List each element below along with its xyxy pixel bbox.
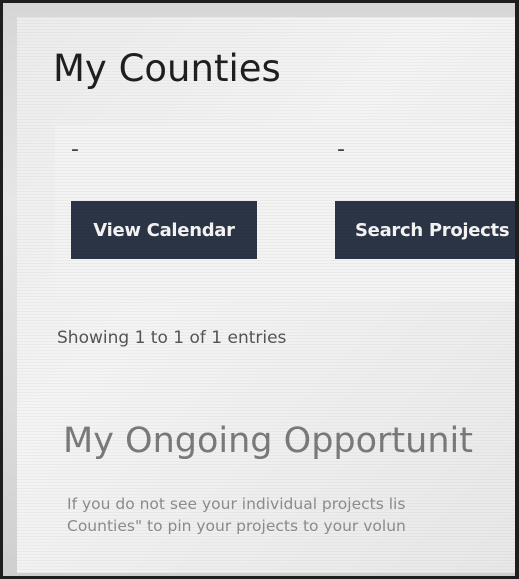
description-line-1: If you do not see your individual projec… bbox=[67, 495, 406, 513]
ongoing-opportunities-description: If you do not see your individual projec… bbox=[67, 493, 406, 537]
search-projects-button[interactable]: Search Projects bbox=[335, 201, 515, 259]
description-line-2: Counties" to pin your projects to your v… bbox=[67, 517, 406, 535]
ongoing-opportunities-title: My Ongoing Opportunit bbox=[63, 421, 473, 461]
screen-content: My Counties - - View Calendar Search Pro… bbox=[17, 17, 515, 573]
table-entries-info: Showing 1 to 1 of 1 entries bbox=[57, 328, 287, 348]
page-title: My Counties bbox=[53, 47, 281, 90]
county-panel: - - View Calendar Search Projects bbox=[55, 125, 515, 301]
view-calendar-button[interactable]: View Calendar bbox=[71, 201, 257, 259]
county-name-second: - bbox=[337, 137, 345, 162]
monitor-frame: My Counties - - View Calendar Search Pro… bbox=[0, 0, 519, 579]
county-name-first: - bbox=[71, 137, 79, 162]
